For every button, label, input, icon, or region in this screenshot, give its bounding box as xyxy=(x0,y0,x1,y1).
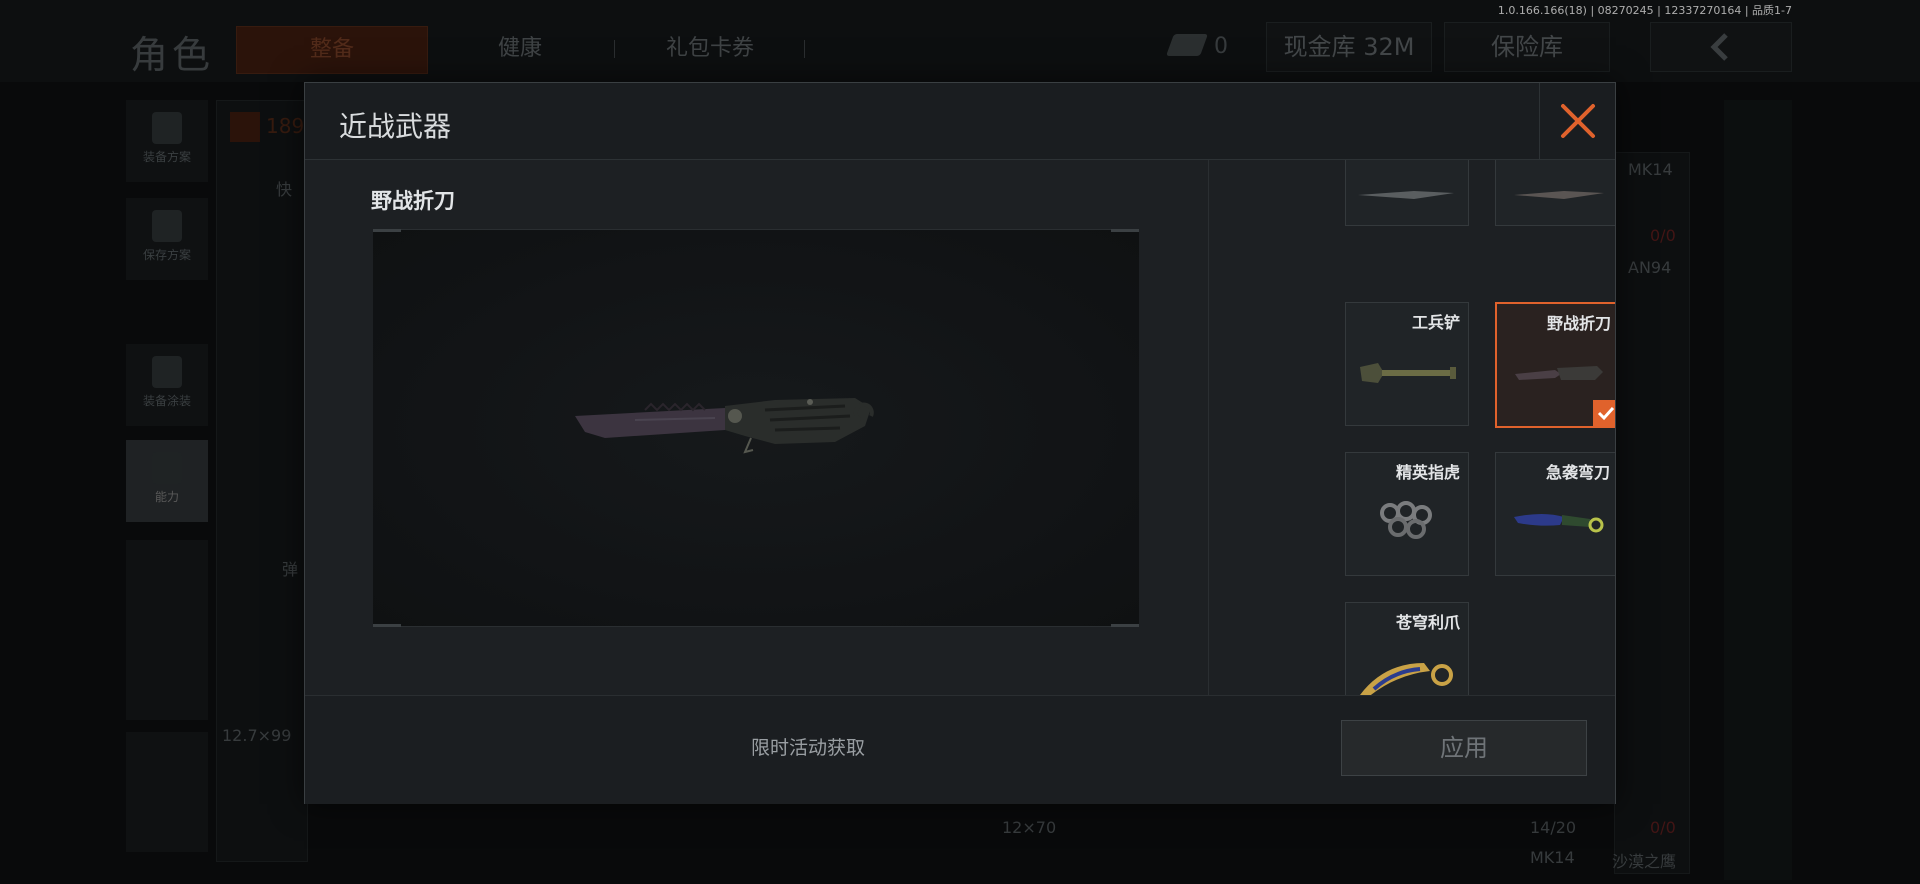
melee-weapon-modal: 近战武器 野战折刀 工兵铲 野战折刀 精英指虎 急袭弯刀 苍穹利爪 限时活动获取… xyxy=(304,82,1616,804)
weapon-card-label: 工兵铲 xyxy=(1411,313,1460,332)
knife-icon xyxy=(1358,191,1454,199)
weapon-grid[interactable]: 工兵铲 野战折刀 精英指虎 急袭弯刀 苍穹利爪 xyxy=(1209,160,1615,695)
preview-corner xyxy=(1111,229,1139,232)
preview-corner xyxy=(373,229,401,232)
weapon-card-elite-knuckles[interactable]: 精英指虎 xyxy=(1345,452,1469,576)
folding-knife-icon xyxy=(1515,366,1603,380)
preview-corner xyxy=(373,624,401,627)
weapon-card-label: 苍穹利爪 xyxy=(1395,613,1460,632)
preview-corner xyxy=(1111,624,1139,627)
selected-item-name: 野战折刀 xyxy=(371,189,455,213)
close-icon xyxy=(1561,104,1595,138)
weapon-card-label: 精英指虎 xyxy=(1395,463,1460,482)
close-button[interactable] xyxy=(1539,83,1616,159)
weapon-card-raid-curved-knife[interactable]: 急袭弯刀 xyxy=(1495,452,1615,576)
weapon-preview[interactable] xyxy=(373,229,1139,627)
obtain-method-text: 限时活动获取 xyxy=(751,737,866,759)
modal-title: 近战武器 xyxy=(339,110,452,143)
knuckles-icon xyxy=(1380,501,1432,539)
apply-button[interactable]: 应用 xyxy=(1341,720,1587,776)
modal-header xyxy=(305,83,1615,160)
folding-knife-preview-icon xyxy=(575,398,874,454)
weapon-card-engineer-shovel[interactable]: 工兵铲 xyxy=(1345,302,1469,426)
weapon-card-field-folding-knife[interactable]: 野战折刀 xyxy=(1495,302,1615,428)
shovel-icon xyxy=(1360,363,1456,383)
weapon-card[interactable] xyxy=(1495,160,1615,226)
curved-knife-icon xyxy=(1514,514,1604,533)
weapon-card-sky-claw[interactable]: 苍穹利爪 xyxy=(1345,602,1469,695)
weapon-card[interactable] xyxy=(1345,160,1469,226)
weapon-card-label: 急袭弯刀 xyxy=(1545,463,1610,482)
weapon-card-label: 野战折刀 xyxy=(1546,314,1611,333)
knife-icon xyxy=(1514,191,1604,199)
karambit-icon xyxy=(1360,663,1453,695)
selected-check-icon xyxy=(1593,400,1615,426)
